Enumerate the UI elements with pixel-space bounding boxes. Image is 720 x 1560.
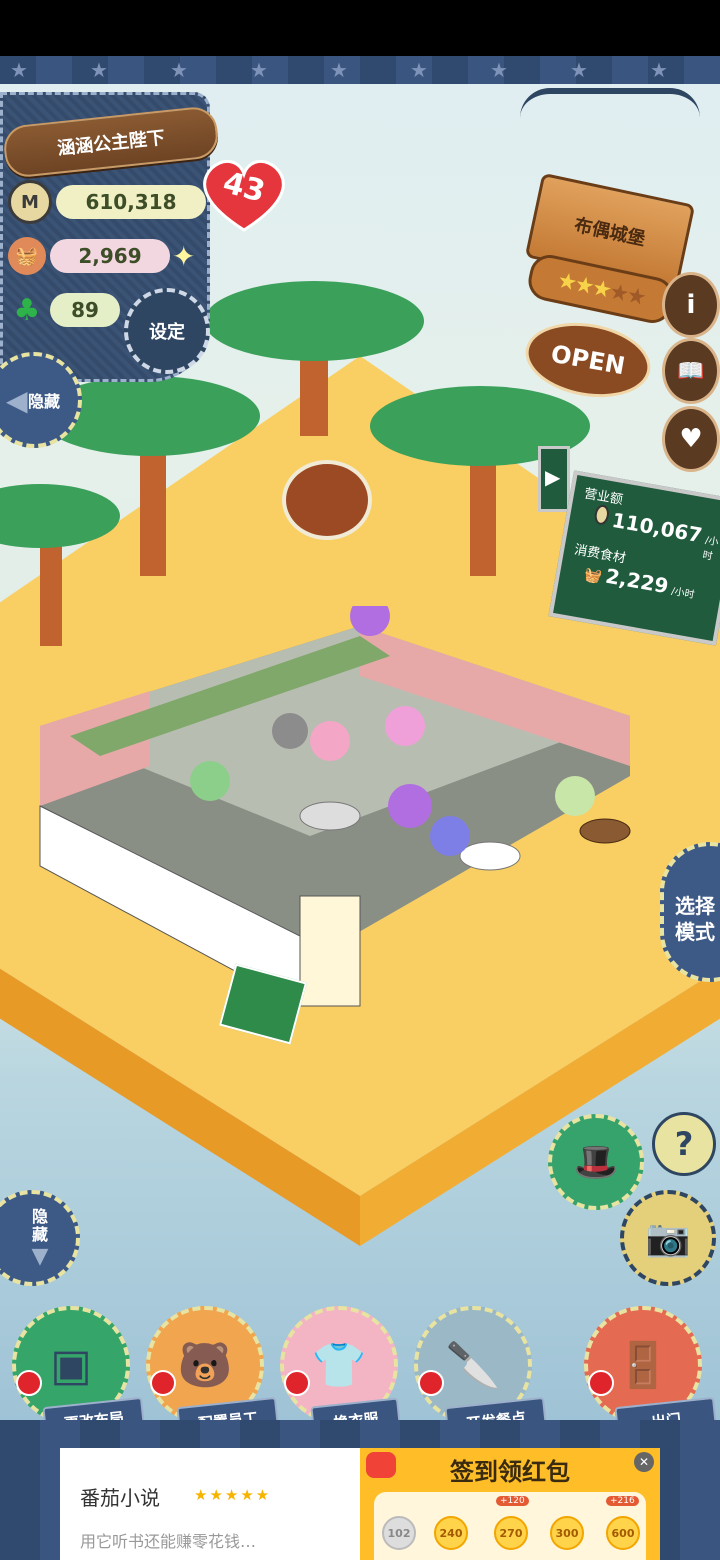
basket-icon: 🧺 [8,237,46,275]
bear-icon: 🐻 [177,1340,233,1391]
book-button[interactable]: 📖 [662,338,720,404]
knife-icon: 🔪 [445,1340,501,1391]
ingredients-stat: 🧺 2,969 ✦ [8,236,195,276]
hide-top-label: 隐藏 [27,392,60,411]
bonus-tag: +120 [496,1496,529,1506]
drum-decoration [282,460,372,540]
heart-icon: ♥ [679,424,703,454]
clover-icon: ♣ [13,292,41,328]
select-mode-button[interactable]: 选择模式 [660,842,720,982]
settings-button[interactable]: 设定 [124,288,210,374]
checkin-coin: 102 [382,1516,416,1550]
table-icon: ▣ [50,1339,92,1391]
book-icon: 📖 [677,358,705,384]
camera-button[interactable]: 📷 [620,1190,716,1286]
help-icon: ? [674,1125,694,1163]
owner-name: 涵涵公主陛下 [56,127,166,160]
consume-unit: /小时 [670,586,696,602]
clovers-stat: ♣ 89 [8,290,120,330]
hat-button[interactable]: 🎩 [548,1114,644,1210]
coins-value: 610,318 [56,185,206,219]
checkin-coin: 240 [434,1516,468,1550]
shirt-icon: 👕 [311,1340,367,1391]
basket-icon: 🧺 [582,566,603,586]
pin-icon [16,1370,42,1396]
ad-banner[interactable]: 签到领红包 ✕ +120 +216 102 240 270 300 600 [360,1448,660,1560]
coins-stat: M 610,318 [8,180,206,224]
coin-icon: M [8,180,52,224]
ad-rating: ★★★★★ [194,1486,272,1504]
level-heart: 43 [196,154,292,234]
game-scene[interactable]: ★ ★ ★ ★ ★ ★ ★ ★ ★ 涵涵公主陛下 43 M 610,318 🧺 … [0,56,720,1420]
sparkle-icon: ✦ [172,239,196,273]
help-button[interactable]: ? [652,1112,716,1176]
clovers-value: 89 [50,293,120,327]
board-arrow-button[interactable]: ▶ [538,446,570,512]
ad-app-name: 番茄小说 [80,1486,160,1510]
heart-button[interactable]: ♥ [662,406,720,472]
shop-stars: ★★★ [555,267,613,304]
checkin-coin: 600 [606,1516,640,1550]
ad-banner-title: 签到领红包 [450,1458,570,1486]
coin-icon [593,503,611,526]
pin-icon [150,1370,176,1396]
pin-icon [284,1370,310,1396]
status-bar [0,0,720,56]
revenue-unit: /小时 [701,535,720,563]
info-button[interactable]: i [662,272,720,338]
close-icon: ✕ [638,1455,650,1469]
open-label: OPEN [548,339,628,381]
arrow-left-icon: ◀ [6,383,28,417]
hat-icon: 🎩 [573,1142,619,1183]
select-mode-label: 选择模式 [675,894,715,944]
empty-star-icon: ★★ [607,278,647,311]
hide-bottom-label: 隐藏 [31,1206,48,1244]
checkin-coin: 270 [494,1516,528,1550]
restaurant-building[interactable] [30,606,650,1036]
ad-close-button[interactable]: ✕ [634,1452,654,1472]
ingredients-value: 2,969 [50,239,170,273]
pin-icon [418,1370,444,1396]
pin-icon [588,1370,614,1396]
door-icon: 🚪 [615,1340,671,1391]
info-icon: i [686,290,696,320]
ad-subtitle: 用它听书还能赚零花钱… [80,1532,257,1551]
sales-board: 营业额 110,067 /小时 消费食材 🧺 2,229 /小时 [548,470,720,646]
ad-card[interactable]: 番茄小说 ★★★★★ 用它听书还能赚零花钱… [60,1448,360,1560]
checkin-coin: 300 [550,1516,584,1550]
camera-icon: 📷 [645,1218,691,1259]
settings-label: 设定 [149,322,185,343]
shop-name: 布偶城堡 [572,214,648,251]
checkin-panel: +120 +216 102 240 270 300 600 [374,1492,646,1560]
sign-bracket [520,88,700,118]
bonus-tag: +216 [606,1496,639,1506]
arrow-down-icon: ▼ [31,1243,49,1269]
arrow-right-icon: ▶ [545,465,561,489]
